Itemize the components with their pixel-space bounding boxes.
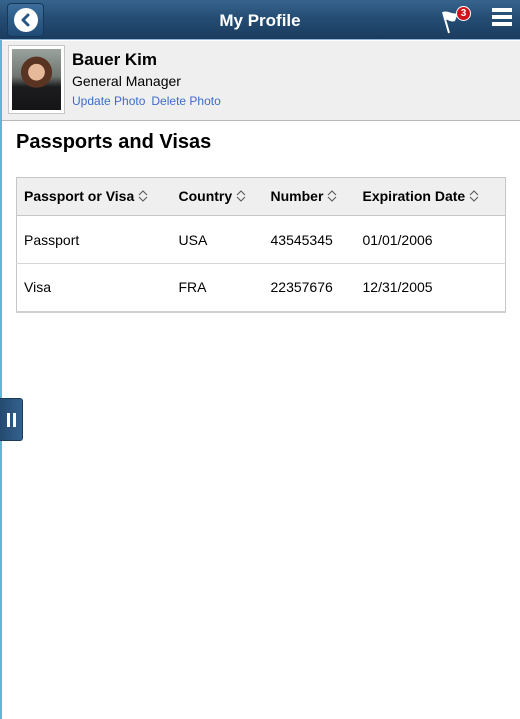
passports-visas-table: Passport or Visa Country Number Expirati…: [16, 177, 506, 313]
side-panel-toggle[interactable]: [0, 398, 23, 441]
table-row[interactable]: Visa FRA 22357676 12/31/2005: [17, 264, 506, 312]
avatar: [8, 45, 65, 114]
employee-title: General Manager: [72, 73, 181, 89]
cell-country: FRA: [178, 279, 207, 296]
cell-country: USA: [171, 215, 264, 264]
profile-photo: [12, 49, 61, 110]
sort-icon: [327, 189, 337, 205]
sort-icon: [469, 189, 479, 205]
column-header-expiration-date[interactable]: Expiration Date: [355, 177, 506, 216]
sort-icon: [138, 189, 148, 205]
table-header-row: Passport or Visa Country Number Expirati…: [16, 177, 506, 216]
employee-name: Bauer Kim: [72, 50, 158, 69]
update-photo-link[interactable]: Update Photo: [72, 94, 145, 108]
cell-type: Visa: [24, 279, 51, 296]
column-header-passport-or-visa[interactable]: Passport or Visa: [16, 177, 172, 216]
cell-type: Passport: [16, 215, 172, 264]
hamburger-menu-icon[interactable]: [492, 8, 512, 28]
section-title: Passports and Visas: [16, 131, 212, 153]
pause-handle-icon: [6, 412, 10, 427]
cell-expiration-date: 12/31/2005: [362, 279, 433, 296]
banner: My Profile 3: [0, 0, 520, 40]
table-row[interactable]: Passport USA 43545345 01/01/2006: [16, 215, 506, 264]
cell-number: 22357676: [270, 279, 333, 296]
column-header-country[interactable]: Country: [171, 177, 264, 216]
cell-expiration-date: 01/01/2006: [355, 215, 506, 264]
cell-number: 43545345: [263, 215, 356, 264]
delete-photo-link[interactable]: Delete Photo: [151, 94, 220, 108]
notification-count-badge: 3: [456, 6, 471, 21]
notifications-button[interactable]: 3: [440, 5, 474, 35]
left-rail: [0, 40, 2, 719]
sort-icon: [236, 189, 246, 205]
column-header-number[interactable]: Number: [263, 177, 356, 216]
profile-header: Bauer Kim General Manager Update Photo De…: [2, 41, 520, 121]
